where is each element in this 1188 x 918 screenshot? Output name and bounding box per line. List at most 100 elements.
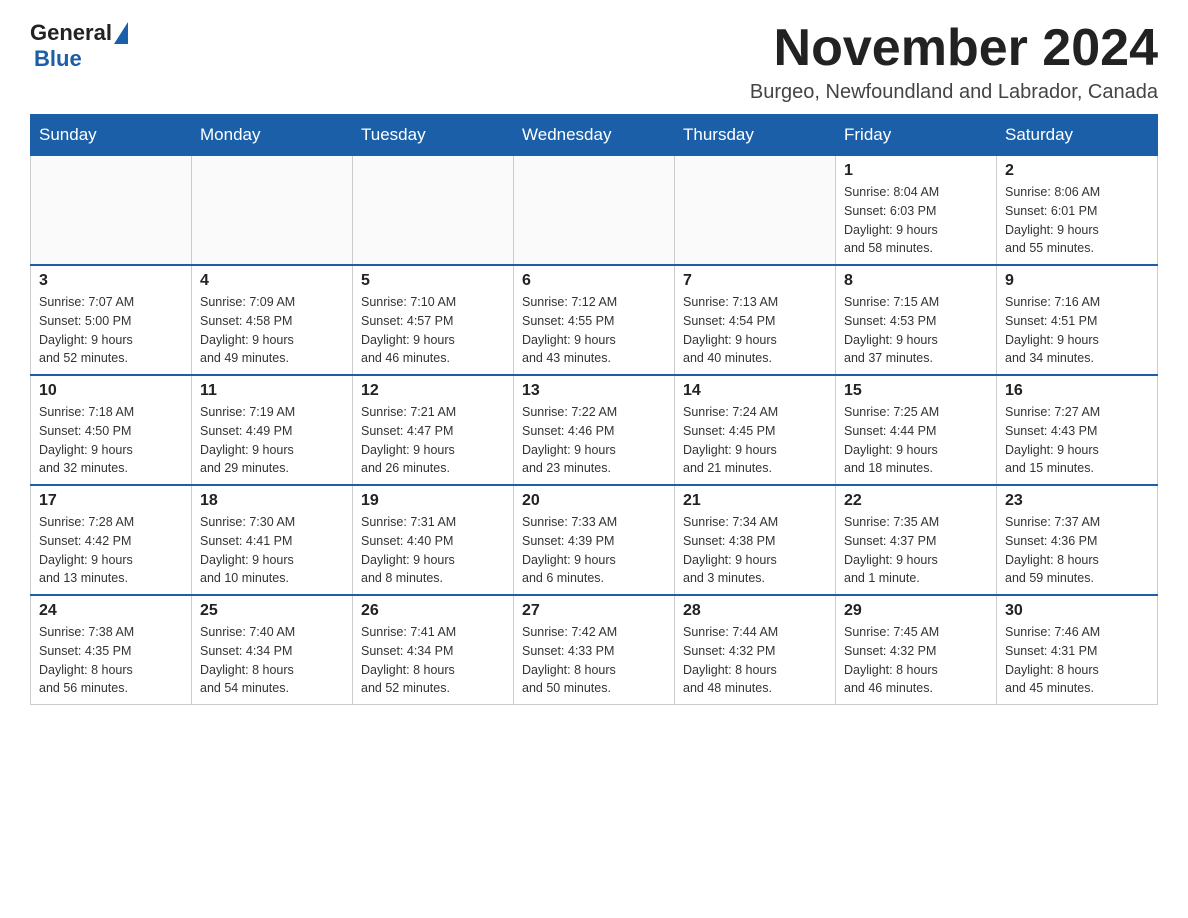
- day-number: 12: [361, 382, 505, 400]
- day-number: 28: [683, 602, 827, 620]
- day-number: 15: [844, 382, 988, 400]
- table-row: 21 Sunrise: 7:34 AM Sunset: 4:38 PM Dayli…: [675, 485, 836, 595]
- day-number: 19: [361, 492, 505, 510]
- table-row: 7Sunrise: 7:13 AM Sunset: 4:54 PM Daylig…: [675, 265, 836, 375]
- header-friday: Friday: [836, 115, 997, 156]
- table-row: [192, 156, 353, 266]
- table-row: [675, 156, 836, 266]
- day-number: 26: [361, 602, 505, 620]
- day-info: Sunrise: 7:33 AM Sunset: 4:39 PM Dayligh…: [522, 513, 666, 588]
- calendar-table: Sunday Monday Tuesday Wednesday Thursday…: [30, 114, 1158, 705]
- day-info: Sunrise: 7:09 AM Sunset: 4:58 PM Dayligh…: [200, 293, 344, 368]
- calendar-header-row: Sunday Monday Tuesday Wednesday Thursday…: [31, 115, 1158, 156]
- day-number: 17: [39, 492, 183, 510]
- calendar-week-row: 17 Sunrise: 7:28 AM Sunset: 4:42 PM Dayli…: [31, 485, 1158, 595]
- day-number: 30: [1005, 602, 1149, 620]
- day-info: Sunrise: 7:22 AM Sunset: 4:46 PM Dayligh…: [522, 403, 666, 478]
- table-row: 29 Sunrise: 7:45 AM Sunset: 4:32 PM Dayli…: [836, 595, 997, 705]
- day-info: Sunrise: 7:16 AM Sunset: 4:51 PM Dayligh…: [1005, 293, 1149, 368]
- day-info: Sunrise: 7:19 AM Sunset: 4:49 PM Dayligh…: [200, 403, 344, 478]
- table-row: 11 Sunrise: 7:19 AM Sunset: 4:49 PM Dayli…: [192, 375, 353, 485]
- table-row: 26 Sunrise: 7:41 AM Sunset: 4:34 PM Dayli…: [353, 595, 514, 705]
- calendar-week-row: 1 Sunrise: 8:04 AM Sunset: 6:03 PM Daylig…: [31, 156, 1158, 266]
- day-number: 7: [683, 272, 827, 290]
- table-row: 28 Sunrise: 7:44 AM Sunset: 4:32 PM Dayli…: [675, 595, 836, 705]
- page-header: General Blue November 2024 Burgeo, Newfo…: [30, 20, 1158, 104]
- table-row: 23 Sunrise: 7:37 AM Sunset: 4:36 PM Dayli…: [997, 485, 1158, 595]
- day-number: 16: [1005, 382, 1149, 400]
- table-row: [353, 156, 514, 266]
- header-monday: Monday: [192, 115, 353, 156]
- day-number: 6: [522, 272, 666, 290]
- table-row: 22 Sunrise: 7:35 AM Sunset: 4:37 PM Dayli…: [836, 485, 997, 595]
- table-row: 5 Sunrise: 7:10 AM Sunset: 4:57 PM Daylig…: [353, 265, 514, 375]
- table-row: 17 Sunrise: 7:28 AM Sunset: 4:42 PM Dayli…: [31, 485, 192, 595]
- day-number: 8: [844, 272, 988, 290]
- logo-triangle-icon: [114, 22, 128, 44]
- table-row: 3Sunrise: 7:07 AM Sunset: 5:00 PM Daylig…: [31, 265, 192, 375]
- table-row: 14Sunrise: 7:24 AM Sunset: 4:45 PM Dayli…: [675, 375, 836, 485]
- day-info: Sunrise: 7:44 AM Sunset: 4:32 PM Dayligh…: [683, 623, 827, 698]
- day-info: Sunrise: 7:35 AM Sunset: 4:37 PM Dayligh…: [844, 513, 988, 588]
- logo: General Blue: [30, 20, 128, 72]
- header-tuesday: Tuesday: [353, 115, 514, 156]
- header-sunday: Sunday: [31, 115, 192, 156]
- day-info: Sunrise: 7:12 AM Sunset: 4:55 PM Dayligh…: [522, 293, 666, 368]
- table-row: 6 Sunrise: 7:12 AM Sunset: 4:55 PM Daylig…: [514, 265, 675, 375]
- day-number: 20: [522, 492, 666, 510]
- month-title: November 2024: [750, 20, 1158, 77]
- location-subtitle: Burgeo, Newfoundland and Labrador, Canad…: [750, 81, 1158, 104]
- table-row: 1 Sunrise: 8:04 AM Sunset: 6:03 PM Daylig…: [836, 156, 997, 266]
- table-row: 25Sunrise: 7:40 AM Sunset: 4:34 PM Dayli…: [192, 595, 353, 705]
- day-number: 9: [1005, 272, 1149, 290]
- table-row: [31, 156, 192, 266]
- day-number: 21: [683, 492, 827, 510]
- table-row: 4 Sunrise: 7:09 AM Sunset: 4:58 PM Daylig…: [192, 265, 353, 375]
- header-saturday: Saturday: [997, 115, 1158, 156]
- day-number: 5: [361, 272, 505, 290]
- day-number: 27: [522, 602, 666, 620]
- day-number: 1: [844, 162, 988, 180]
- day-info: Sunrise: 7:37 AM Sunset: 4:36 PM Dayligh…: [1005, 513, 1149, 588]
- day-info: Sunrise: 7:25 AM Sunset: 4:44 PM Dayligh…: [844, 403, 988, 478]
- day-info: Sunrise: 8:04 AM Sunset: 6:03 PM Dayligh…: [844, 183, 988, 258]
- table-row: 2Sunrise: 8:06 AM Sunset: 6:01 PM Daylig…: [997, 156, 1158, 266]
- day-number: 10: [39, 382, 183, 400]
- day-info: Sunrise: 7:10 AM Sunset: 4:57 PM Dayligh…: [361, 293, 505, 368]
- day-info: Sunrise: 7:38 AM Sunset: 4:35 PM Dayligh…: [39, 623, 183, 698]
- table-row: 19Sunrise: 7:31 AM Sunset: 4:40 PM Dayli…: [353, 485, 514, 595]
- day-number: 24: [39, 602, 183, 620]
- day-info: Sunrise: 7:41 AM Sunset: 4:34 PM Dayligh…: [361, 623, 505, 698]
- table-row: 13 Sunrise: 7:22 AM Sunset: 4:46 PM Dayli…: [514, 375, 675, 485]
- day-info: Sunrise: 7:45 AM Sunset: 4:32 PM Dayligh…: [844, 623, 988, 698]
- day-number: 23: [1005, 492, 1149, 510]
- table-row: 12Sunrise: 7:21 AM Sunset: 4:47 PM Dayli…: [353, 375, 514, 485]
- table-row: 10Sunrise: 7:18 AM Sunset: 4:50 PM Dayli…: [31, 375, 192, 485]
- calendar-week-row: 3Sunrise: 7:07 AM Sunset: 5:00 PM Daylig…: [31, 265, 1158, 375]
- day-info: Sunrise: 7:27 AM Sunset: 4:43 PM Dayligh…: [1005, 403, 1149, 478]
- title-area: November 2024 Burgeo, Newfoundland and L…: [750, 20, 1158, 104]
- day-info: Sunrise: 8:06 AM Sunset: 6:01 PM Dayligh…: [1005, 183, 1149, 258]
- day-number: 11: [200, 382, 344, 400]
- day-info: Sunrise: 7:42 AM Sunset: 4:33 PM Dayligh…: [522, 623, 666, 698]
- day-info: Sunrise: 7:46 AM Sunset: 4:31 PM Dayligh…: [1005, 623, 1149, 698]
- day-number: 25: [200, 602, 344, 620]
- header-wednesday: Wednesday: [514, 115, 675, 156]
- header-thursday: Thursday: [675, 115, 836, 156]
- table-row: 24 Sunrise: 7:38 AM Sunset: 4:35 PM Dayli…: [31, 595, 192, 705]
- day-number: 29: [844, 602, 988, 620]
- calendar-week-row: 10Sunrise: 7:18 AM Sunset: 4:50 PM Dayli…: [31, 375, 1158, 485]
- day-number: 13: [522, 382, 666, 400]
- table-row: 16 Sunrise: 7:27 AM Sunset: 4:43 PM Dayli…: [997, 375, 1158, 485]
- table-row: 15 Sunrise: 7:25 AM Sunset: 4:44 PM Dayli…: [836, 375, 997, 485]
- day-info: Sunrise: 7:34 AM Sunset: 4:38 PM Dayligh…: [683, 513, 827, 588]
- day-info: Sunrise: 7:28 AM Sunset: 4:42 PM Dayligh…: [39, 513, 183, 588]
- day-number: 4: [200, 272, 344, 290]
- day-info: Sunrise: 7:30 AM Sunset: 4:41 PM Dayligh…: [200, 513, 344, 588]
- day-info: Sunrise: 7:24 AM Sunset: 4:45 PM Dayligh…: [683, 403, 827, 478]
- calendar-week-row: 24 Sunrise: 7:38 AM Sunset: 4:35 PM Dayli…: [31, 595, 1158, 705]
- day-number: 22: [844, 492, 988, 510]
- logo-blue-text: Blue: [34, 46, 82, 72]
- table-row: 9 Sunrise: 7:16 AM Sunset: 4:51 PM Daylig…: [997, 265, 1158, 375]
- table-row: 27 Sunrise: 7:42 AM Sunset: 4:33 PM Dayli…: [514, 595, 675, 705]
